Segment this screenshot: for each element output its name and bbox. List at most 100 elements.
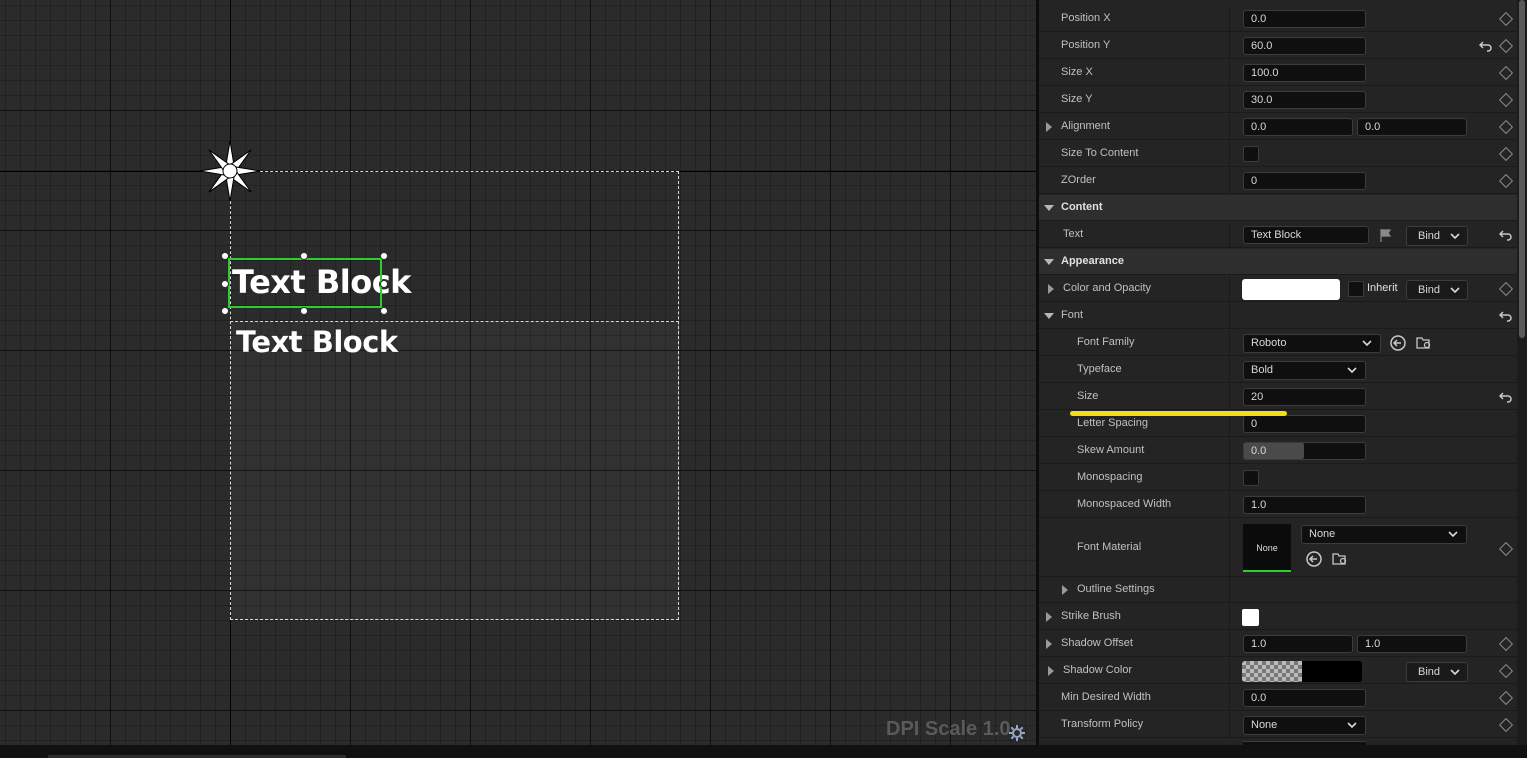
browse-folder-icon[interactable]	[1415, 334, 1433, 352]
reset-arrow-icon[interactable]	[1479, 39, 1493, 53]
label: Strike Brush	[1061, 610, 1121, 622]
value: 60.0	[1251, 40, 1273, 52]
alignment-x-input[interactable]: 0.0	[1243, 118, 1353, 136]
size-y-input[interactable]: 30.0	[1243, 91, 1366, 109]
shadow-color-bind-button[interactable]: Bind	[1406, 662, 1468, 682]
color-swatch[interactable]	[1242, 279, 1340, 300]
resize-handle-t[interactable]	[300, 252, 308, 260]
localization-flag-icon[interactable]	[1377, 226, 1395, 244]
letter-spacing-input[interactable]: 0	[1243, 415, 1366, 433]
keyframe-diamond-icon[interactable]	[1498, 690, 1514, 706]
use-selected-asset-icon[interactable]	[1389, 334, 1407, 352]
keyframe-diamond-icon[interactable]	[1498, 92, 1514, 108]
child-widget-bounds[interactable]	[230, 321, 679, 620]
label: Size Y	[1061, 93, 1093, 105]
resize-handle-br[interactable]	[380, 307, 388, 315]
expand-arrow-icon[interactable]	[1046, 612, 1052, 622]
inherit-checkbox[interactable]	[1348, 281, 1364, 297]
column-separator	[1229, 141, 1230, 166]
browse-folder-icon[interactable]	[1331, 550, 1349, 568]
text-block-second[interactable]: Text Block	[236, 325, 398, 359]
row-monospaced-width: Monospaced Width 1.0	[1039, 492, 1517, 518]
value: Bind	[1418, 666, 1441, 678]
keyframe-diamond-icon[interactable]	[1498, 11, 1514, 27]
label: Min Desired Width	[1061, 691, 1151, 703]
use-selected-asset-icon[interactable]	[1305, 550, 1323, 568]
text-input[interactable]: Text Block	[1243, 226, 1369, 244]
details-scrollbar[interactable]	[1517, 0, 1527, 745]
font-size-input[interactable]: 20	[1243, 388, 1366, 406]
keyframe-diamond-icon[interactable]	[1498, 541, 1514, 557]
scrollbar-thumb[interactable]	[1519, 0, 1525, 338]
anchor-flower-icon[interactable]	[198, 139, 262, 203]
keyframe-diamond-icon[interactable]	[1498, 38, 1514, 54]
keyframe-diamond-icon[interactable]	[1498, 663, 1514, 679]
reset-arrow-icon[interactable]	[1499, 309, 1513, 323]
resize-handle-tr[interactable]	[380, 252, 388, 260]
reset-arrow-icon[interactable]	[1499, 228, 1513, 242]
column-separator	[1229, 685, 1230, 710]
reset-arrow-icon[interactable]	[1499, 390, 1513, 404]
shadow-offset-x-input[interactable]: 1.0	[1243, 635, 1353, 653]
shadow-offset-y-input[interactable]: 1.0	[1357, 635, 1467, 653]
keyframe-diamond-icon[interactable]	[1498, 119, 1514, 135]
strike-brush-swatch[interactable]	[1242, 609, 1259, 626]
column-separator	[1229, 330, 1230, 355]
transform-policy-dropdown[interactable]: None	[1243, 716, 1366, 735]
size-to-content-checkbox[interactable]	[1243, 146, 1259, 162]
keyframe-diamond-icon[interactable]	[1498, 717, 1514, 733]
skew-amount-slider[interactable]: 0.0	[1243, 442, 1366, 460]
resize-handle-l[interactable]	[221, 280, 229, 288]
row-font-material: Font Material None None	[1039, 519, 1517, 577]
category-content[interactable]: Content	[1039, 195, 1517, 221]
expand-arrow-icon[interactable]	[1048, 284, 1054, 294]
shadow-color-swatch[interactable]	[1242, 661, 1362, 682]
row-strike-brush: Strike Brush	[1039, 604, 1517, 630]
collapse-arrow-icon[interactable]	[1044, 259, 1054, 265]
resize-handle-b[interactable]	[300, 307, 308, 315]
position-y-input[interactable]: 60.0	[1243, 37, 1366, 55]
min-desired-width-input[interactable]: 0.0	[1243, 689, 1366, 707]
chevron-down-icon	[1450, 669, 1460, 676]
row-size-to-content: Size To Content	[1039, 141, 1517, 167]
alignment-y-input[interactable]: 0.0	[1357, 118, 1467, 136]
text-bind-button[interactable]: Bind	[1406, 226, 1468, 246]
color-bind-button[interactable]: Bind	[1406, 280, 1468, 300]
label: Position X	[1061, 12, 1111, 24]
keyframe-diamond-icon[interactable]	[1498, 65, 1514, 81]
resize-handle-tl[interactable]	[221, 252, 229, 260]
zorder-input[interactable]: 0	[1243, 172, 1366, 190]
value: 30.0	[1251, 94, 1273, 106]
keyframe-diamond-icon[interactable]	[1498, 146, 1514, 162]
collapse-arrow-icon[interactable]	[1044, 205, 1054, 211]
category-appearance[interactable]: Appearance	[1039, 249, 1517, 275]
row-size-y: Size Y 30.0	[1039, 87, 1517, 113]
keyframe-diamond-icon[interactable]	[1498, 636, 1514, 652]
font-family-dropdown[interactable]: Roboto	[1243, 334, 1381, 353]
resize-handle-bl[interactable]	[221, 307, 229, 315]
expand-arrow-icon[interactable]	[1046, 122, 1052, 132]
expand-arrow-icon[interactable]	[1048, 666, 1054, 676]
collapse-arrow-icon[interactable]	[1044, 313, 1054, 319]
keyframe-diamond-icon[interactable]	[1498, 281, 1514, 297]
position-x-input[interactable]: 0.0	[1243, 10, 1366, 28]
keyframe-diamond-icon[interactable]	[1498, 173, 1514, 189]
monospacing-checkbox[interactable]	[1243, 470, 1259, 486]
label: Transform Policy	[1061, 718, 1144, 730]
value: 0.0	[1251, 121, 1267, 133]
resize-handle-r[interactable]	[380, 280, 388, 288]
row-font-family: Font Family Roboto	[1039, 330, 1517, 356]
chevron-down-icon	[1347, 722, 1357, 729]
label: Font	[1061, 309, 1084, 321]
monospaced-width-input[interactable]: 1.0	[1243, 496, 1366, 514]
value: Bind	[1418, 230, 1441, 242]
column-separator	[1229, 438, 1230, 463]
expand-arrow-icon[interactable]	[1046, 639, 1052, 649]
typeface-dropdown[interactable]: Bold	[1243, 361, 1366, 380]
gear-icon[interactable]	[1008, 724, 1026, 742]
designer-viewport[interactable]: Text Block Text Block DPI Scale 1.0	[0, 0, 1036, 745]
size-x-input[interactable]: 100.0	[1243, 64, 1366, 82]
font-material-dropdown[interactable]: None	[1301, 525, 1467, 544]
expand-arrow-icon[interactable]	[1062, 585, 1068, 595]
material-thumbnail[interactable]: None	[1243, 524, 1291, 572]
